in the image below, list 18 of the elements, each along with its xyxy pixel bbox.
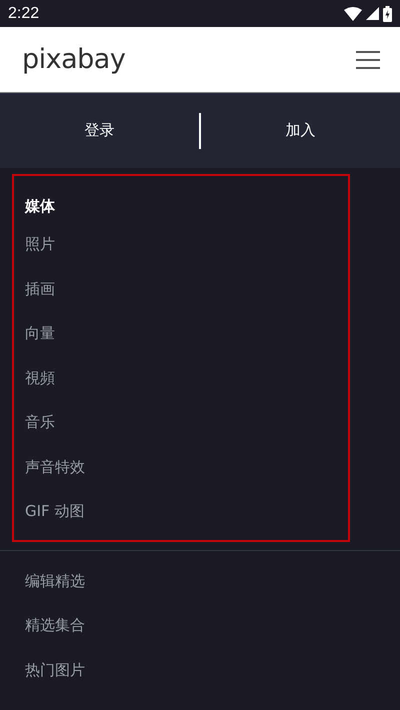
menu-item[interactable]: 编辑精选: [25, 558, 400, 603]
menu-item[interactable]: 視頻: [25, 356, 348, 400]
status-time: 2:22: [8, 4, 40, 22]
menu-item[interactable]: 热门图片: [25, 648, 400, 692]
signal-icon: [366, 7, 379, 20]
menu-item[interactable]: 精选集合: [25, 603, 400, 648]
menu-item[interactable]: 插画: [25, 266, 348, 311]
battery-icon: [383, 6, 392, 22]
wifi-icon: [344, 6, 362, 20]
logo[interactable]: pixabay: [22, 44, 126, 75]
menu-item[interactable]: 声音特效: [25, 444, 348, 489]
auth-button[interactable]: 登录: [0, 112, 199, 148]
menu-heading: 媒体: [25, 196, 56, 217]
menu-item[interactable]: 照片: [25, 222, 348, 266]
menu-item[interactable]: GIF 动图: [25, 489, 348, 534]
auth-button[interactable]: 加入: [201, 112, 400, 148]
menu-item[interactable]: 音乐: [25, 400, 348, 444]
menu-item[interactable]: 向量: [25, 311, 348, 356]
